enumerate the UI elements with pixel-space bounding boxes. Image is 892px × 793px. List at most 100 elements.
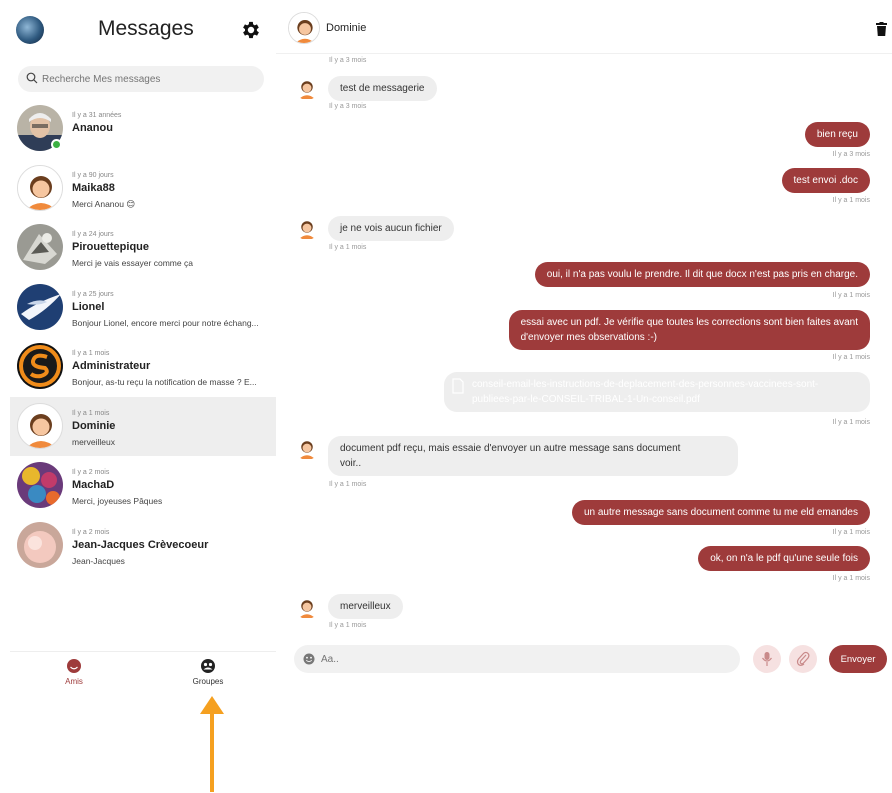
message-bubble-sent: un autre message sans document comme tu … — [571, 500, 870, 525]
message-bubble-sent: ok, on n'a le pdf qu'une seule fois — [698, 546, 870, 571]
gear-icon[interactable] — [240, 19, 262, 41]
message-time: Il y a 1 mois — [329, 622, 367, 629]
avatar — [17, 283, 63, 330]
conversation-sidebar: Messages Il y a 31 années — [10, 0, 276, 700]
message-bubble-sent: bien reçu — [804, 122, 870, 147]
contact-last-message: merveilleux — [72, 436, 115, 447]
search-input[interactable] — [42, 70, 252, 88]
message-line: document pdf reçu, mais essaie d'envoyer… — [340, 443, 681, 454]
chat-avatar[interactable] — [288, 12, 320, 44]
contact-time: Il y a 1 mois — [72, 350, 110, 357]
message-time: Il y a 1 mois — [832, 354, 870, 361]
app-logo[interactable] — [16, 16, 44, 44]
attachment-filename: conseil-email-les-instructions-de-deplac… — [472, 379, 819, 390]
microphone-icon — [762, 652, 772, 666]
chat-contact-name: Dominie — [326, 22, 367, 34]
contact-name: Dominie — [72, 419, 116, 432]
contact-item[interactable]: Il y a 24 jours Pirouettepique Merci je … — [10, 218, 276, 278]
contact-name: Ananou — [72, 122, 113, 134]
message-bubble-received: document pdf reçu, mais essaie d'envoyer… — [328, 436, 738, 476]
contact-last-message: Merci Ananou 😊 — [72, 198, 136, 209]
contact-item[interactable]: Il y a 25 jours Lionel Bonjour Lionel, e… — [10, 278, 276, 338]
send-button[interactable]: Envoyer — [829, 645, 887, 673]
trash-icon[interactable] — [876, 22, 887, 36]
contact-time: Il y a 2 mois — [72, 469, 110, 476]
contact-list: Il y a 31 années Ananou Il y a 90 jours … — [10, 99, 276, 575]
message-time: Il y a 1 mois — [832, 197, 870, 204]
contact-item[interactable]: Il y a 1 mois Administrateur Bonjour, as… — [10, 337, 276, 397]
contact-name: Jean-Jacques Crèvecoeur — [72, 538, 209, 551]
chat-header: Dominie — [276, 0, 892, 54]
groups-icon — [201, 659, 215, 673]
contact-name: Lionel — [72, 300, 105, 313]
message-time: Il y a 1 mois — [329, 244, 367, 251]
message-line: essai avec un pdf. Je vérifie que toutes… — [520, 317, 858, 328]
contact-time: Il y a 25 jours — [72, 290, 114, 298]
attach-button[interactable] — [789, 645, 817, 673]
message-attachment[interactable]: conseil-email-les-instructions-de-deplac… — [444, 372, 870, 412]
message-input[interactable] — [321, 650, 721, 668]
contact-item[interactable]: Il y a 2 mois MachaD Merci, joyeuses Pâq… — [10, 456, 276, 516]
bottom-nav: Amis Groupes — [10, 651, 276, 695]
contact-time: Il y a 2 mois — [72, 528, 110, 536]
nav-friends-label: Amis — [65, 677, 83, 686]
contact-name: Administrateur — [72, 360, 151, 372]
annotation-arrow-icon — [200, 696, 224, 792]
online-indicator — [51, 139, 62, 150]
message-line: voir.. — [340, 458, 362, 469]
avatar — [17, 521, 63, 568]
contact-name: MachaD — [72, 479, 115, 491]
contact-time: Il y a 90 jours — [72, 171, 114, 179]
friends-icon — [67, 659, 81, 673]
message-bubble-sent: essai avec un pdf. Je vérifie que toutes… — [508, 310, 870, 350]
contact-item[interactable]: Il y a 2 mois Jean-Jacques Crèvecoeur Je… — [10, 516, 276, 576]
contact-last-message: Bonjour, as-tu reçu la notification de m… — [72, 377, 257, 387]
message-time: Il y a 3 mois — [832, 151, 870, 158]
avatar — [17, 402, 63, 449]
message-avatar — [295, 76, 319, 100]
avatar — [17, 164, 63, 211]
microphone-button[interactable] — [753, 645, 781, 673]
emoji-icon[interactable] — [303, 653, 315, 665]
contact-item[interactable]: Il y a 31 années Ananou — [10, 99, 276, 159]
contact-name: Maika88 — [72, 181, 115, 194]
nav-friends[interactable]: Amis — [44, 658, 104, 686]
contact-item[interactable]: Il y a 90 jours Maika88 Merci Ananou 😊 — [10, 159, 276, 219]
message-time: Il y a 1 mois — [329, 481, 367, 488]
message-time: Il y a 1 mois — [832, 292, 870, 299]
message-avatar — [295, 595, 319, 619]
message-bubble-received: je ne vois aucun fichier — [328, 216, 454, 241]
sidebar-title: Messages — [98, 17, 194, 40]
search-bar[interactable] — [18, 66, 264, 92]
contact-name: Pirouettepique — [72, 241, 150, 253]
sidebar-header: Messages — [10, 0, 276, 58]
contact-time: Il y a 24 jours — [72, 231, 114, 238]
file-icon — [452, 378, 464, 394]
avatar — [17, 462, 63, 508]
message-time: Il y a 3 mois — [329, 57, 367, 64]
message-bubble-received: test de messagerie — [328, 76, 437, 101]
search-icon — [26, 72, 38, 84]
message-time: Il y a 1 mois — [832, 529, 870, 536]
message-time: Il y a 1 mois — [832, 575, 870, 582]
contact-time: Il y a 31 années — [72, 112, 122, 119]
avatar — [17, 343, 63, 389]
message-avatar — [295, 436, 319, 460]
message-composer: Envoyer — [276, 643, 892, 677]
avatar — [17, 224, 63, 270]
message-time: Il y a 3 mois — [329, 103, 367, 110]
contact-last-message: Jean-Jacques — [72, 555, 125, 566]
message-input-box[interactable] — [294, 645, 740, 673]
nav-groups[interactable]: Groupes — [178, 658, 238, 686]
message-bubble-sent: oui, il n'a pas voulu le prendre. Il dit… — [534, 262, 870, 287]
message-bubble-received: merveilleux — [328, 594, 403, 619]
attachment-filename: publiees-par-le-CONSEIL-TRIBAL-1-Un-cons… — [472, 394, 700, 405]
contact-last-message: Merci je vais essayer comme ça — [72, 258, 193, 268]
contact-item-active[interactable]: Il y a 1 mois Dominie merveilleux — [10, 396, 276, 456]
contact-last-message: Merci, joyeuses Pâques — [72, 496, 163, 506]
message-bubble-sent: test envoi .doc — [781, 168, 870, 193]
message-time: Il y a 1 mois — [832, 419, 870, 426]
contact-time: Il y a 1 mois — [72, 409, 110, 417]
nav-groups-label: Groupes — [192, 677, 224, 686]
message-list: Il y a 3 mois test de messagerie Il y a … — [276, 54, 892, 640]
